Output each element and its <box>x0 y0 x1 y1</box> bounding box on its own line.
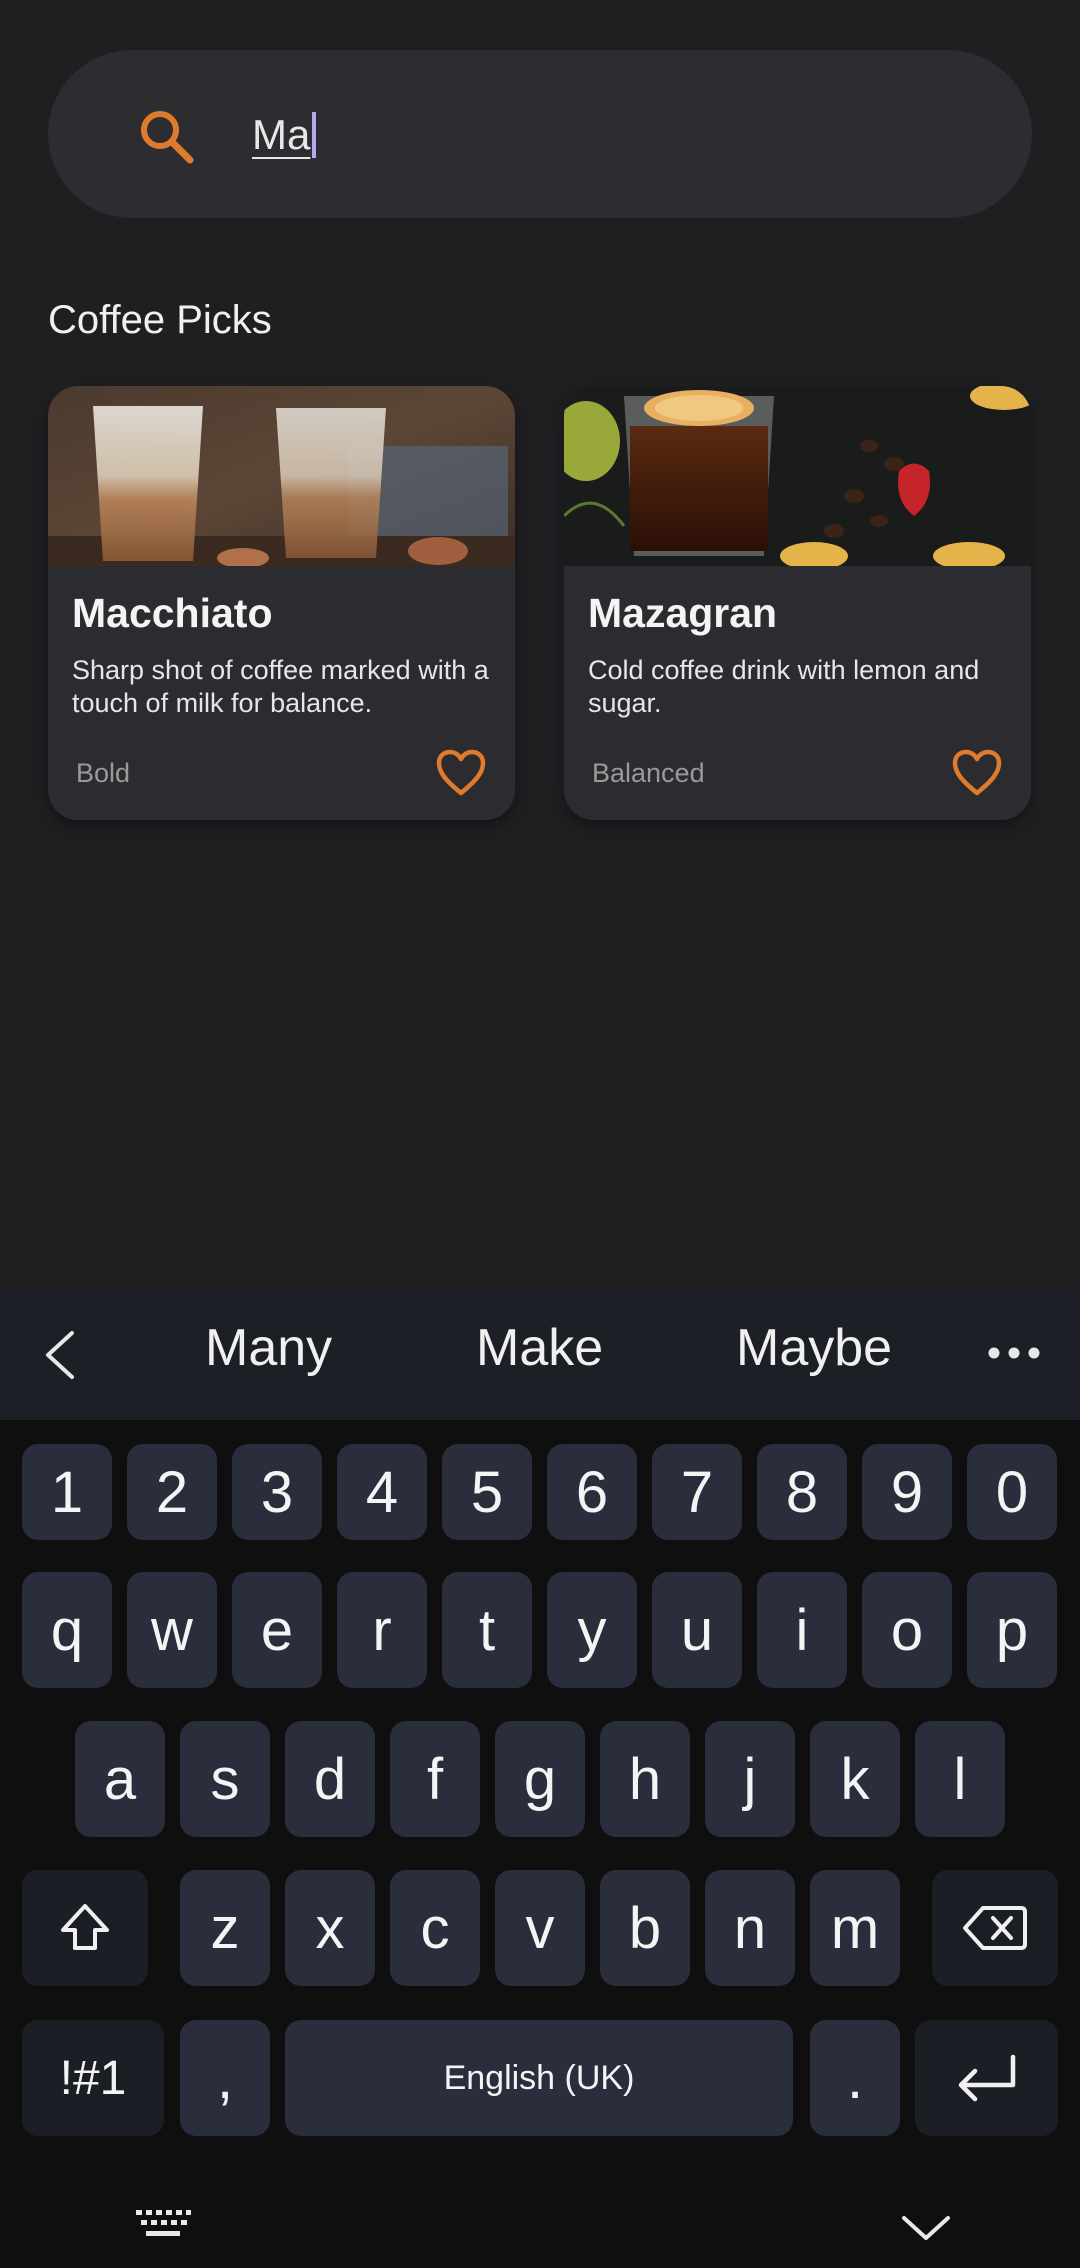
key-u[interactable]: u <box>652 1572 742 1688</box>
key-q[interactable]: q <box>22 1572 112 1688</box>
key-0[interactable]: 0 <box>967 1444 1057 1540</box>
key-x[interactable]: x <box>285 1870 375 1986</box>
key-v[interactable]: v <box>495 1870 585 1986</box>
key-3[interactable]: 3 <box>232 1444 322 1540</box>
shift-icon <box>61 1904 109 1950</box>
key-o[interactable]: o <box>862 1572 952 1688</box>
card-title: Mazagran <box>588 590 778 636</box>
key-2[interactable]: 2 <box>127 1444 217 1540</box>
chevron-down-icon[interactable] <box>900 2212 952 2242</box>
coffee-card-macchiato[interactable]: Macchiato Sharp shot of coffee marked wi… <box>48 386 515 820</box>
suggestion-bar: Many Make Maybe <box>0 1288 1080 1420</box>
key-l[interactable]: l <box>915 1721 1005 1837</box>
text-caret <box>312 111 317 158</box>
macchiato-image <box>48 386 515 566</box>
card-strength-tag: Bold <box>76 758 131 788</box>
suggestion-3[interactable]: Maybe <box>736 1318 892 1378</box>
enter-key[interactable] <box>915 2020 1058 2136</box>
card-description: Cold coffee drink with lemon and sugar. <box>588 655 980 718</box>
keyboard-icon[interactable] <box>134 2208 192 2242</box>
key-y[interactable]: y <box>547 1572 637 1688</box>
key-8[interactable]: 8 <box>757 1444 847 1540</box>
enter-icon <box>958 2054 1015 2102</box>
key-1[interactable]: 1 <box>22 1444 112 1540</box>
shift-key[interactable] <box>22 1870 148 1986</box>
heart-icon[interactable] <box>951 748 1003 798</box>
key-c[interactable]: c <box>390 1870 480 1986</box>
symbols-key[interactable]: !#1 <box>22 2020 164 2136</box>
key-p[interactable]: p <box>967 1572 1057 1688</box>
key-z[interactable]: z <box>180 1870 270 1986</box>
mazagran-image <box>564 386 1031 566</box>
app-screen: Ma Coffee Picks Macchiato Sharp shot of … <box>0 0 1080 1288</box>
backspace-icon <box>963 1906 1027 1950</box>
suggestion-1[interactable]: Many <box>205 1318 332 1378</box>
search-icon <box>141 111 194 164</box>
section-title: Coffee Picks <box>48 298 272 342</box>
key-s[interactable]: s <box>180 1721 270 1837</box>
space-key[interactable]: English (UK) <box>285 2020 793 2136</box>
key-d[interactable]: d <box>285 1721 375 1837</box>
symbols-label: !#1 <box>59 2051 127 2105</box>
comma-key[interactable]: , <box>180 2020 270 2136</box>
heart-icon[interactable] <box>435 748 487 798</box>
key-4[interactable]: 4 <box>337 1444 427 1540</box>
coffee-card-mazagran[interactable]: Mazagran Cold coffee drink with lemon an… <box>564 386 1031 820</box>
key-5[interactable]: 5 <box>442 1444 532 1540</box>
suggestion-2[interactable]: Make <box>476 1318 603 1378</box>
space-label: English (UK) <box>443 2058 635 2097</box>
key-i[interactable]: i <box>757 1572 847 1688</box>
card-strength-tag: Balanced <box>592 758 705 788</box>
key-7[interactable]: 7 <box>652 1444 742 1540</box>
key-t[interactable]: t <box>442 1572 532 1688</box>
key-w[interactable]: w <box>127 1572 217 1688</box>
key-9[interactable]: 9 <box>862 1444 952 1540</box>
key-h[interactable]: h <box>600 1721 690 1837</box>
key-a[interactable]: a <box>75 1721 165 1837</box>
key-r[interactable]: r <box>337 1572 427 1688</box>
key-n[interactable]: n <box>705 1870 795 1986</box>
key-m[interactable]: m <box>810 1870 900 1986</box>
card-title: Macchiato <box>72 590 273 636</box>
key-e[interactable]: e <box>232 1572 322 1688</box>
chevron-left-icon[interactable] <box>40 1330 80 1380</box>
period-key[interactable]: . <box>810 2020 900 2136</box>
backspace-key[interactable] <box>932 1870 1058 1986</box>
search-bar[interactable]: Ma <box>48 50 1032 218</box>
key-k[interactable]: k <box>810 1721 900 1837</box>
search-input[interactable]: Ma <box>252 100 317 170</box>
soft-keyboard: Many Make Maybe 1 2 3 4 5 6 7 8 9 0 q w … <box>0 1288 1080 2268</box>
key-f[interactable]: f <box>390 1721 480 1837</box>
key-j[interactable]: j <box>705 1721 795 1837</box>
key-g[interactable]: g <box>495 1721 585 1837</box>
key-b[interactable]: b <box>600 1870 690 1986</box>
more-icon[interactable] <box>986 1338 1042 1368</box>
key-6[interactable]: 6 <box>547 1444 637 1540</box>
card-description: Sharp shot of coffee marked with a touch… <box>72 655 489 718</box>
